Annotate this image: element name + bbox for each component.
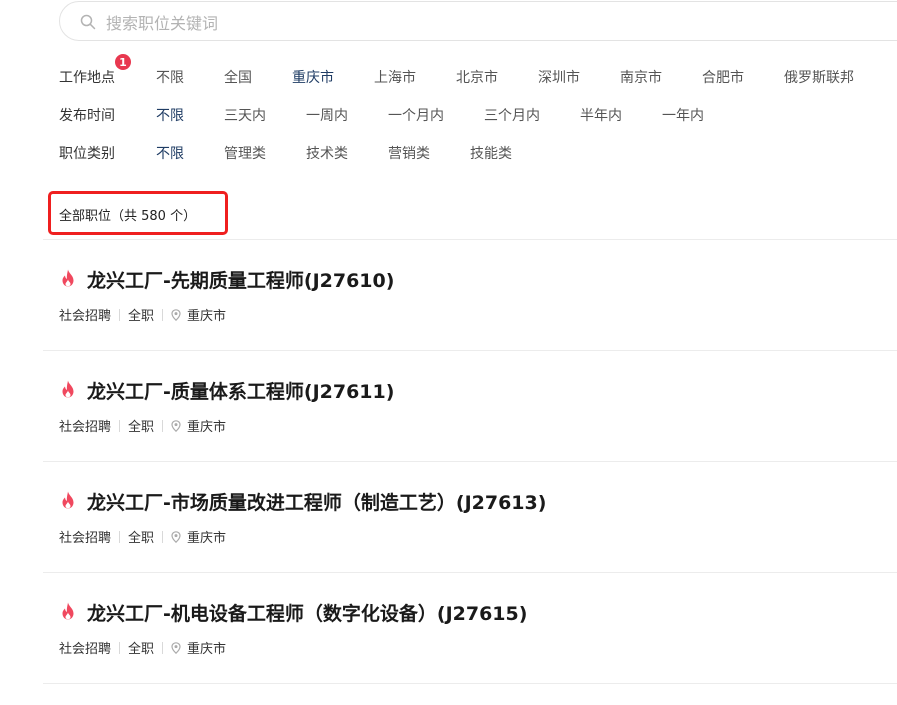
filter-option-marketing[interactable]: 营销类: [388, 143, 430, 163]
filter-option-technical[interactable]: 技术类: [306, 143, 348, 163]
filter-option-russia[interactable]: 俄罗斯联邦: [784, 67, 854, 87]
location-pin-icon: [171, 530, 181, 543]
job-item[interactable]: 龙兴工厂-先期质量工程师(J27610) 社会招聘 全职 重庆市: [43, 240, 897, 350]
job-item[interactable]: 龙兴工厂-机电设备工程师（数字化设备）(J27615) 社会招聘 全职 重庆市: [43, 573, 897, 683]
fire-icon: [62, 602, 74, 620]
filter-option-chongqing[interactable]: 重庆市: [292, 67, 334, 87]
recruit-type-tag: 社会招聘: [59, 309, 112, 324]
divider: [43, 683, 897, 684]
job-meta: 社会招聘 全职 重庆市: [59, 638, 226, 657]
filter-option-one-month[interactable]: 一个月内: [388, 105, 444, 125]
meta-separator: [119, 641, 121, 654]
fire-icon: [62, 380, 74, 398]
filter-row-publish-time: 发布时间 不限 三天内 一周内 一个月内 三个月内 半年内 一年内: [59, 105, 897, 125]
filter-option-one-week[interactable]: 一周内: [306, 105, 348, 125]
job-location: 重庆市: [187, 642, 227, 657]
filter-row-location: 工作地点 1 不限 全国 重庆市 上海市 北京市 深圳市 南京市 合肥市 俄罗斯…: [59, 54, 897, 87]
location-pin-icon: [171, 641, 181, 654]
job-location: 重庆市: [187, 531, 227, 546]
employment-type-tag: 全职: [128, 420, 155, 435]
filter-label-location: 工作地点: [59, 70, 115, 86]
filter-option-beijing[interactable]: 北京市: [456, 67, 498, 87]
filter-row-category: 职位类别 不限 管理类 技术类 营销类 技能类: [59, 143, 897, 163]
job-title[interactable]: 龙兴工厂-市场质量改进工程师（制造工艺）(J27613): [87, 488, 546, 515]
meta-separator: [162, 641, 164, 654]
filter-option-management[interactable]: 管理类: [224, 143, 266, 163]
filter-option-hefei[interactable]: 合肥市: [702, 67, 744, 87]
filter-option-nationwide[interactable]: 全国: [224, 67, 252, 87]
meta-separator: [119, 530, 121, 543]
job-search-page: 工作地点 1 不限 全国 重庆市 上海市 北京市 深圳市 南京市 合肥市 俄罗斯…: [0, 0, 897, 705]
job-title[interactable]: 龙兴工厂-先期质量工程师(J27610): [87, 266, 394, 293]
job-item[interactable]: 龙兴工厂-市场质量改进工程师（制造工艺）(J27613) 社会招聘 全职 重庆市: [43, 462, 897, 572]
job-item[interactable]: 龙兴工厂-质量体系工程师(J27611) 社会招聘 全职 重庆市: [43, 351, 897, 461]
search-input[interactable]: [104, 10, 808, 36]
job-location: 重庆市: [187, 309, 227, 324]
job-count-summary: 全部职位（共 580 个）: [59, 209, 197, 224]
filter-option-half-year[interactable]: 半年内: [580, 105, 622, 125]
recruit-type-tag: 社会招聘: [59, 420, 112, 435]
meta-separator: [162, 530, 164, 543]
filter-option-unlimited[interactable]: 不限: [156, 105, 184, 125]
meta-separator: [162, 308, 164, 321]
filter-option-three-months[interactable]: 三个月内: [484, 105, 540, 125]
filter-label-category: 职位类别: [59, 146, 115, 162]
job-title[interactable]: 龙兴工厂-机电设备工程师（数字化设备）(J27615): [87, 599, 527, 626]
employment-type-tag: 全职: [128, 642, 155, 657]
recruit-type-tag: 社会招聘: [59, 531, 112, 546]
recruit-type-tag: 社会招聘: [59, 642, 112, 657]
job-meta: 社会招聘 全职 重庆市: [59, 416, 226, 435]
employment-type-tag: 全职: [128, 309, 155, 324]
filter-option-nanjing[interactable]: 南京市: [620, 67, 662, 87]
location-pin-icon: [171, 419, 181, 432]
filter-option-unlimited[interactable]: 不限: [156, 143, 184, 163]
filter-count-badge: 1: [115, 54, 131, 70]
search-icon: [80, 14, 96, 30]
job-title[interactable]: 龙兴工厂-质量体系工程师(J27611): [87, 377, 394, 404]
meta-separator: [119, 419, 121, 432]
job-location: 重庆市: [187, 420, 227, 435]
fire-icon: [62, 491, 74, 509]
filter-label-publish-time: 发布时间: [59, 108, 115, 124]
employment-type-tag: 全职: [128, 531, 155, 546]
filter-option-unlimited[interactable]: 不限: [156, 67, 184, 87]
filter-option-shenzhen[interactable]: 深圳市: [538, 67, 580, 87]
filter-option-skilled[interactable]: 技能类: [470, 143, 512, 163]
job-meta: 社会招聘 全职 重庆市: [59, 305, 226, 324]
fire-icon: [62, 269, 74, 287]
search-box[interactable]: [59, 1, 897, 41]
filter-option-three-days[interactable]: 三天内: [224, 105, 266, 125]
filter-option-shanghai[interactable]: 上海市: [374, 67, 416, 87]
meta-separator: [119, 308, 121, 321]
location-pin-icon: [171, 308, 181, 321]
meta-separator: [162, 419, 164, 432]
filter-option-one-year[interactable]: 一年内: [662, 105, 704, 125]
job-meta: 社会招聘 全职 重庆市: [59, 527, 226, 546]
